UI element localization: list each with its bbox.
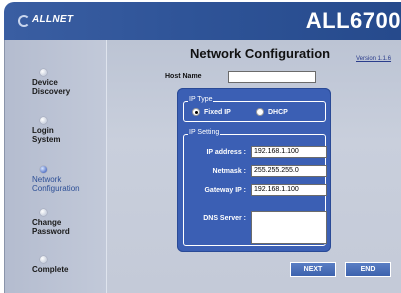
end-button[interactable]: END bbox=[345, 262, 391, 277]
product-name: ALL6700 bbox=[305, 8, 401, 33]
ip-type-legend: IP Type bbox=[188, 96, 214, 103]
fixed-ip-radio[interactable]: Fixed IP bbox=[192, 108, 231, 116]
fixed-ip-label: Fixed IP bbox=[204, 108, 231, 116]
ip-address-label: IP address : bbox=[206, 149, 246, 156]
ip-setting-legend: IP Setting bbox=[188, 129, 221, 136]
step-label: Change Password bbox=[32, 218, 70, 236]
step-bullet-active-icon bbox=[40, 166, 47, 173]
network-settings-panel: IP Type Fixed IP DHCP IP Setting IP addr… bbox=[177, 88, 331, 252]
netmask-input[interactable]: 255.255.255.0 bbox=[251, 165, 327, 177]
radio-selected-icon bbox=[192, 108, 200, 116]
dns-server-label: DNS Server : bbox=[203, 215, 246, 222]
page-title: Network Configuration bbox=[190, 46, 331, 61]
step-label: Login System bbox=[32, 126, 61, 144]
gateway-ip-input[interactable]: 192.168.1.100 bbox=[251, 184, 327, 196]
header-bar: ALLNET ALL6700 bbox=[4, 2, 401, 40]
step-bullet-icon bbox=[40, 209, 47, 216]
version-link[interactable]: Version 1.1.6 bbox=[356, 56, 391, 62]
next-button[interactable]: NEXT bbox=[290, 262, 336, 277]
gateway-ip-label: Gateway IP : bbox=[204, 187, 246, 194]
dhcp-label: DHCP bbox=[268, 108, 288, 116]
radio-unselected-icon bbox=[256, 108, 264, 116]
dhcp-radio[interactable]: DHCP bbox=[256, 108, 288, 116]
step-bullet-icon bbox=[40, 69, 47, 76]
dns-server-input[interactable] bbox=[251, 211, 327, 244]
host-name-label: Host Name bbox=[165, 73, 202, 80]
ip-address-input[interactable]: 192.168.1.100 bbox=[251, 146, 327, 158]
window: ALLNET ALL6700 Device Discovery Login Sy… bbox=[0, 0, 401, 293]
host-name-input[interactable] bbox=[228, 71, 316, 83]
brand-name: ALLNET bbox=[32, 14, 74, 25]
brand-logo: ALLNET bbox=[18, 11, 74, 31]
step-bullet-icon bbox=[40, 117, 47, 124]
logo-swoosh-icon bbox=[18, 15, 30, 27]
step-bullet-icon bbox=[40, 256, 47, 263]
step-label: Complete bbox=[32, 265, 69, 274]
netmask-label: Netmask : bbox=[212, 168, 246, 175]
sidebar-divider bbox=[106, 40, 107, 293]
ip-type-group: IP Type Fixed IP DHCP bbox=[183, 96, 326, 122]
step-label: Device Discovery bbox=[32, 78, 71, 96]
step-label: Network Configuration bbox=[32, 175, 80, 193]
sidebar-border bbox=[4, 40, 5, 293]
ip-setting-group: IP Setting IP address : 192.168.1.100 Ne… bbox=[183, 129, 327, 246]
